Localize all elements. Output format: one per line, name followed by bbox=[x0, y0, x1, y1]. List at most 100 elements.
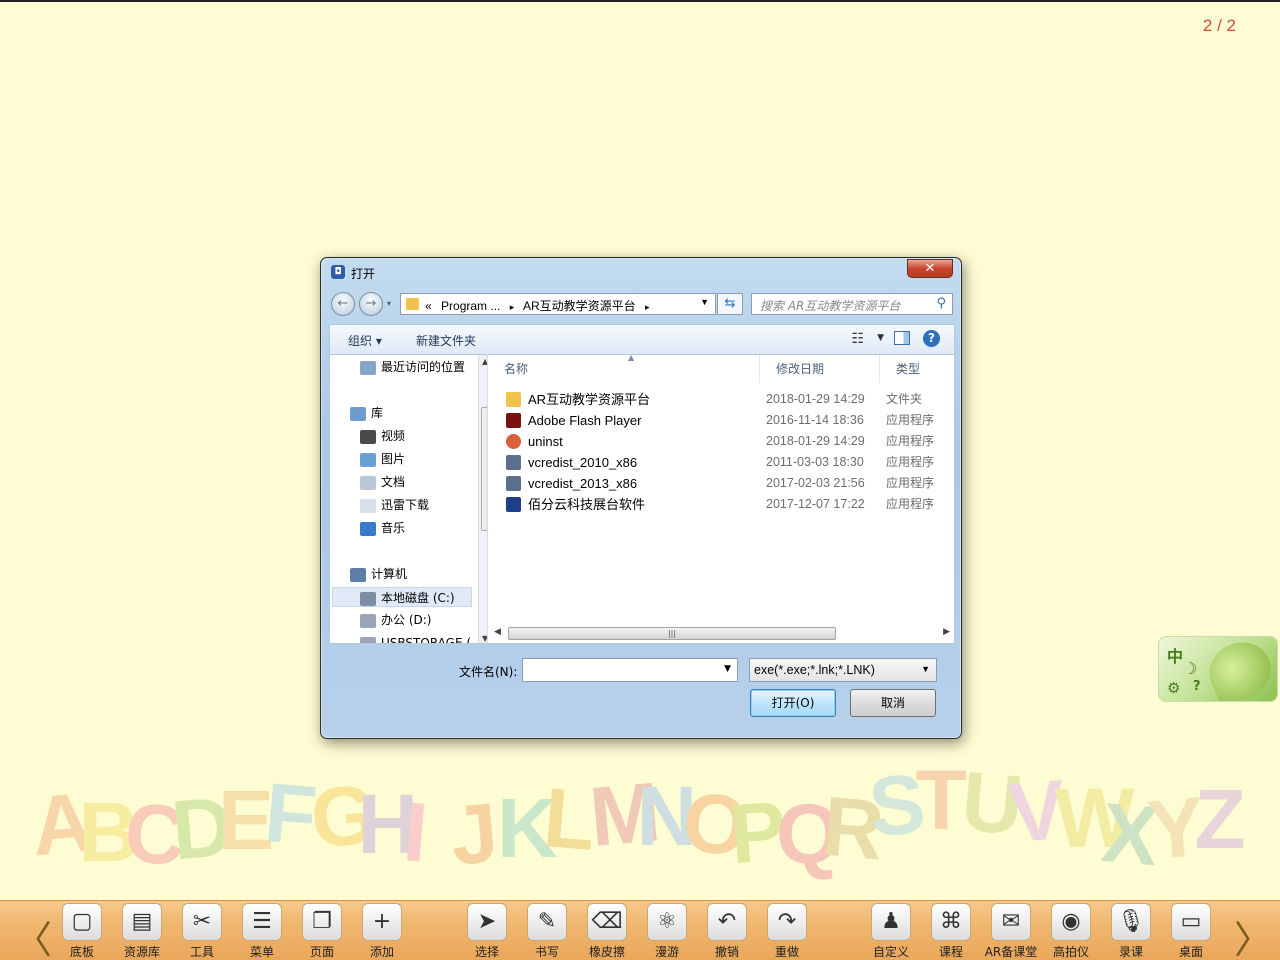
toolbar-button-icon[interactable]: ☰ bbox=[242, 903, 282, 941]
nav-item[interactable]: 音乐 bbox=[360, 518, 405, 538]
toolbar-button[interactable]: ✂ 工具 bbox=[178, 901, 226, 960]
nav-item[interactable]: 图片 bbox=[360, 449, 405, 469]
recent-pages-dropdown[interactable]: ▾ bbox=[387, 299, 391, 308]
open-button[interactable]: 打开(O) bbox=[750, 689, 836, 717]
toolbar-button-icon[interactable]: ❐ bbox=[302, 903, 342, 941]
help-button[interactable]: ? bbox=[923, 330, 940, 347]
toolbar-button[interactable]: + 添加 bbox=[358, 901, 406, 960]
toolbar-button-icon[interactable]: + bbox=[362, 903, 402, 941]
filename-input[interactable]: ▼ bbox=[522, 658, 738, 682]
address-dropdown[interactable]: ▼ bbox=[700, 297, 709, 307]
toolbar-button[interactable]: ❐ 页面 bbox=[298, 901, 346, 960]
column-header-name[interactable]: 名称 bbox=[488, 355, 760, 383]
breadcrumb-separator[interactable]: ▸ bbox=[510, 302, 515, 312]
gear-icon[interactable]: ⚙ bbox=[1167, 679, 1180, 697]
nav-item[interactable]: 文档 bbox=[360, 472, 405, 492]
toolbar-button-icon[interactable]: ◉ bbox=[1051, 903, 1091, 941]
view-dropdown-icon[interactable]: ▼ bbox=[877, 333, 884, 343]
dialog-titlebar[interactable]: ◘ 打开 ✕ bbox=[321, 258, 961, 288]
ime-widget[interactable]: 中 ☽ ⚙ ? bbox=[1158, 636, 1278, 702]
toolbar-button-icon[interactable]: ↶ bbox=[707, 903, 747, 941]
toolbar-button-label: 橡皮擦 bbox=[588, 945, 625, 959]
breadcrumb-overflow[interactable]: « bbox=[425, 299, 432, 313]
toolbar-button[interactable]: ▤ 资源库 bbox=[118, 901, 166, 960]
refresh-button[interactable]: ⇆ bbox=[717, 293, 743, 315]
file-row[interactable]: AR互动教学资源平台 2018-01-29 14:29 文件夹 bbox=[502, 389, 942, 410]
toolbar-button[interactable]: ⌫ 橡皮擦 bbox=[583, 901, 631, 960]
toolbar-button[interactable]: ↶ 撤销 bbox=[703, 901, 751, 960]
nav-item[interactable]: 办公 (D:) bbox=[360, 610, 431, 630]
toolbar-button[interactable]: ▭ 桌面 bbox=[1167, 901, 1215, 960]
file-row[interactable]: 佰分云科技展台软件 2017-12-07 17:22 应用程序 bbox=[502, 494, 942, 515]
nav-item[interactable]: 最近访问的位置 bbox=[360, 357, 465, 377]
file-row[interactable]: vcredist_2013_x86 2017-02-03 21:56 应用程序 bbox=[502, 473, 942, 494]
nav-item[interactable]: 视频 bbox=[360, 426, 405, 446]
close-button[interactable]: ✕ bbox=[907, 259, 953, 278]
ime-mode-label[interactable]: 中 bbox=[1167, 643, 1183, 667]
toolbar-button[interactable]: ⚛ 漫游 bbox=[643, 901, 691, 960]
help-icon[interactable]: ? bbox=[1193, 679, 1201, 694]
nav-item[interactable]: 本地磁盘 (C:) bbox=[332, 587, 472, 607]
file-row[interactable]: vcredist_2010_x86 2011-03-03 18:30 应用程序 bbox=[502, 452, 942, 473]
toolbar-button-icon[interactable]: ▭ bbox=[1171, 903, 1211, 941]
new-folder-button[interactable]: 新建文件夹 bbox=[416, 332, 476, 349]
nav-item[interactable]: 迅雷下载 bbox=[360, 495, 429, 515]
toolbar-button[interactable]: ▢ 底板 bbox=[58, 901, 106, 960]
breadcrumb-separator[interactable]: ▸ bbox=[645, 302, 650, 312]
toolbar-button[interactable]: ↷ 重做 bbox=[763, 901, 811, 960]
toolbar-button-icon[interactable]: ♟ bbox=[871, 903, 911, 941]
forward-button[interactable]: → bbox=[359, 292, 383, 316]
scroll-left-arrow[interactable]: ◀ bbox=[494, 627, 501, 637]
toolbar-button-icon[interactable]: ↷ bbox=[767, 903, 807, 941]
navigation-pane: ▲ ▼ 最近访问的位置库视频图片文档迅雷下载音乐计算机本地磁盘 (C:) 办公 (… bbox=[329, 354, 487, 644]
organize-button[interactable]: 组织 ▾ bbox=[348, 332, 382, 349]
view-options-icon[interactable]: ☷ bbox=[851, 331, 864, 347]
nav-item[interactable]: 计算机 bbox=[350, 564, 407, 584]
column-header-modified[interactable]: 修改日期 bbox=[760, 355, 880, 383]
toolbar-button[interactable]: ☰ 菜单 bbox=[238, 901, 286, 960]
nav-scrollbar[interactable]: ▲ ▼ bbox=[478, 355, 487, 643]
toolbar-button[interactable]: ✎ 书写 bbox=[523, 901, 571, 960]
search-icon[interactable]: ⚲ bbox=[936, 296, 946, 311]
toolbar-button[interactable]: 🎙 录课 bbox=[1107, 901, 1155, 960]
next-page-arrow-icon[interactable]: 〉 bbox=[1234, 909, 1272, 960]
toolbar-button-icon[interactable]: ▢ bbox=[62, 903, 102, 941]
scroll-right-arrow[interactable]: ▶ bbox=[943, 627, 950, 637]
file-row[interactable]: Adobe Flash Player 2016-11-14 18:36 应用程序 bbox=[502, 410, 942, 431]
filter-value[interactable]: exe(*.exe;*.lnk;*.LNK) bbox=[754, 663, 875, 677]
filename-dropdown-icon[interactable]: ▼ bbox=[724, 664, 731, 674]
horizontal-scrollbar[interactable]: ◀ ||| ▶ bbox=[490, 625, 952, 641]
nav-item[interactable]: 库 bbox=[350, 403, 383, 423]
hscroll-thumb[interactable]: ||| bbox=[508, 627, 836, 640]
toolbar-button-icon[interactable]: ✉ bbox=[991, 903, 1031, 941]
cancel-button[interactable]: 取消 bbox=[850, 689, 936, 717]
preview-pane-icon[interactable] bbox=[894, 331, 910, 345]
nav-item[interactable]: USBSTORAGE ( bbox=[360, 633, 471, 643]
toolbar-button-icon[interactable]: ✂ bbox=[182, 903, 222, 941]
previous-page-arrow-icon[interactable]: 〈 bbox=[14, 909, 52, 960]
breadcrumb[interactable]: « Program ... ▸ AR互动教学资源平台 ▸ bbox=[425, 297, 655, 314]
toolbar-button-icon[interactable]: ▤ bbox=[122, 903, 162, 941]
search-input[interactable]: 搜索 AR互动教学资源平台 ⚲ bbox=[751, 293, 953, 315]
file-row[interactable]: uninst 2018-01-29 14:29 应用程序 bbox=[502, 431, 942, 452]
toolbar-button-icon[interactable]: ⌫ bbox=[587, 903, 627, 941]
breadcrumb-item[interactable]: AR互动教学资源平台 bbox=[523, 299, 636, 313]
moon-icon[interactable]: ☽ bbox=[1183, 659, 1197, 678]
breadcrumb-item[interactable]: Program ... bbox=[441, 299, 500, 313]
toolbar-button[interactable]: ♟ 自定义 bbox=[867, 901, 915, 960]
toolbar-button[interactable]: ⌘ 课程 bbox=[927, 901, 975, 960]
toolbar-button-icon[interactable]: ⌘ bbox=[931, 903, 971, 941]
toolbar-button-icon[interactable]: ⚛ bbox=[647, 903, 687, 941]
chevron-down-icon[interactable]: ▼ bbox=[921, 664, 930, 674]
toolbar-button-icon[interactable]: ✎ bbox=[527, 903, 567, 941]
address-bar[interactable]: « Program ... ▸ AR互动教学资源平台 ▸ ▼ bbox=[400, 293, 716, 315]
toolbar-button-icon[interactable]: 🎙 bbox=[1111, 903, 1151, 941]
file-type-filter[interactable]: exe(*.exe;*.lnk;*.LNK) ▼ bbox=[749, 658, 937, 682]
nav-item-label: 视频 bbox=[381, 429, 406, 443]
toolbar-button[interactable]: ✉ AR备课堂 bbox=[985, 901, 1037, 960]
back-button[interactable]: ← bbox=[331, 292, 355, 316]
toolbar-button[interactable]: ◉ 高拍仪 bbox=[1047, 901, 1095, 960]
column-header-type[interactable]: 类型 bbox=[880, 355, 954, 383]
toolbar-button-icon[interactable]: ➤ bbox=[467, 903, 507, 941]
toolbar-button[interactable]: ➤ 选择 bbox=[463, 901, 511, 960]
